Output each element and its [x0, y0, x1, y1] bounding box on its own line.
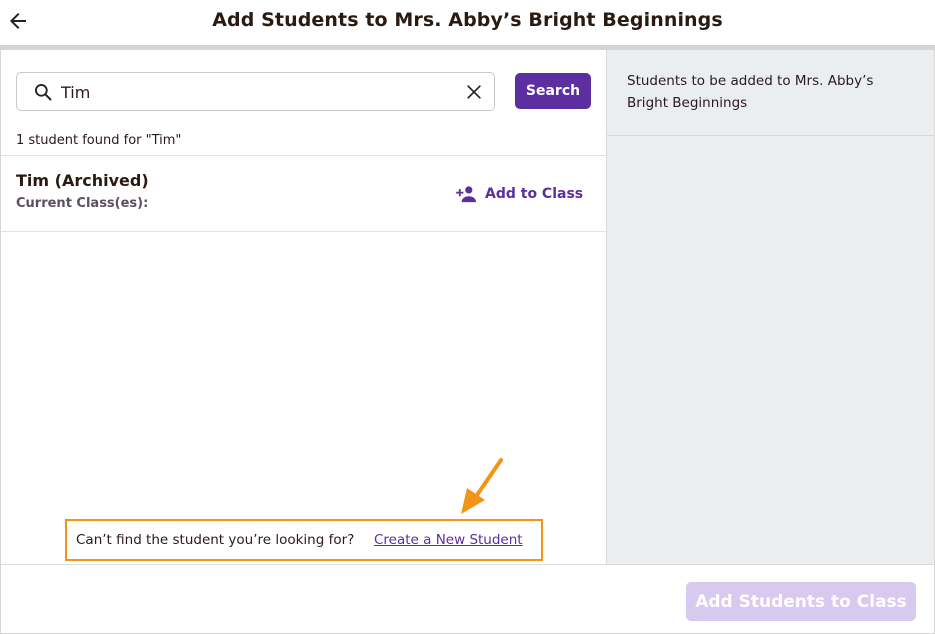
add-to-class-button[interactable]: Add to Class — [456, 182, 583, 206]
arrow-pointer-icon — [461, 458, 503, 514]
add-to-class-label: Add to Class — [485, 186, 584, 202]
cant-find-callout: Can’t find the student you’re looking fo… — [65, 519, 543, 561]
results-count: 1 student found for "Tim" — [16, 133, 182, 148]
selected-students-panel: Students to be added to Mrs. Abby’s Brig… — [606, 50, 935, 564]
cant-find-text: Can’t find the student you’re looking fo… — [76, 532, 355, 548]
selected-students-heading: Students to be added to Mrs. Abby’s Brig… — [627, 73, 874, 111]
close-icon[interactable] — [464, 82, 484, 102]
person-add-icon — [456, 186, 476, 203]
page-title: Add Students to Mrs. Abby’s Bright Begin… — [212, 9, 723, 31]
search-box — [16, 72, 495, 111]
search-icon — [35, 84, 52, 101]
create-new-student-link[interactable]: Create a New Student — [374, 532, 523, 548]
student-name: Tim (Archived) — [16, 171, 149, 190]
add-students-to-class-button[interactable]: Add Students to Class — [686, 582, 916, 621]
search-button[interactable]: Search — [515, 73, 591, 109]
student-classes-label: Current Class(es): — [16, 196, 149, 211]
student-row: Tim (Archived) Current Class(es): Add to… — [1, 156, 606, 231]
selected-students-header: Students to be added to Mrs. Abby’s Brig… — [607, 50, 935, 136]
divider — [1, 231, 606, 232]
header: Add Students to Mrs. Abby’s Bright Begin… — [0, 0, 935, 46]
search-panel: Search 1 student found for "Tim" Tim (Ar… — [1, 50, 606, 564]
footer: Add Students to Class — [1, 564, 934, 633]
search-input[interactable] — [61, 79, 451, 105]
